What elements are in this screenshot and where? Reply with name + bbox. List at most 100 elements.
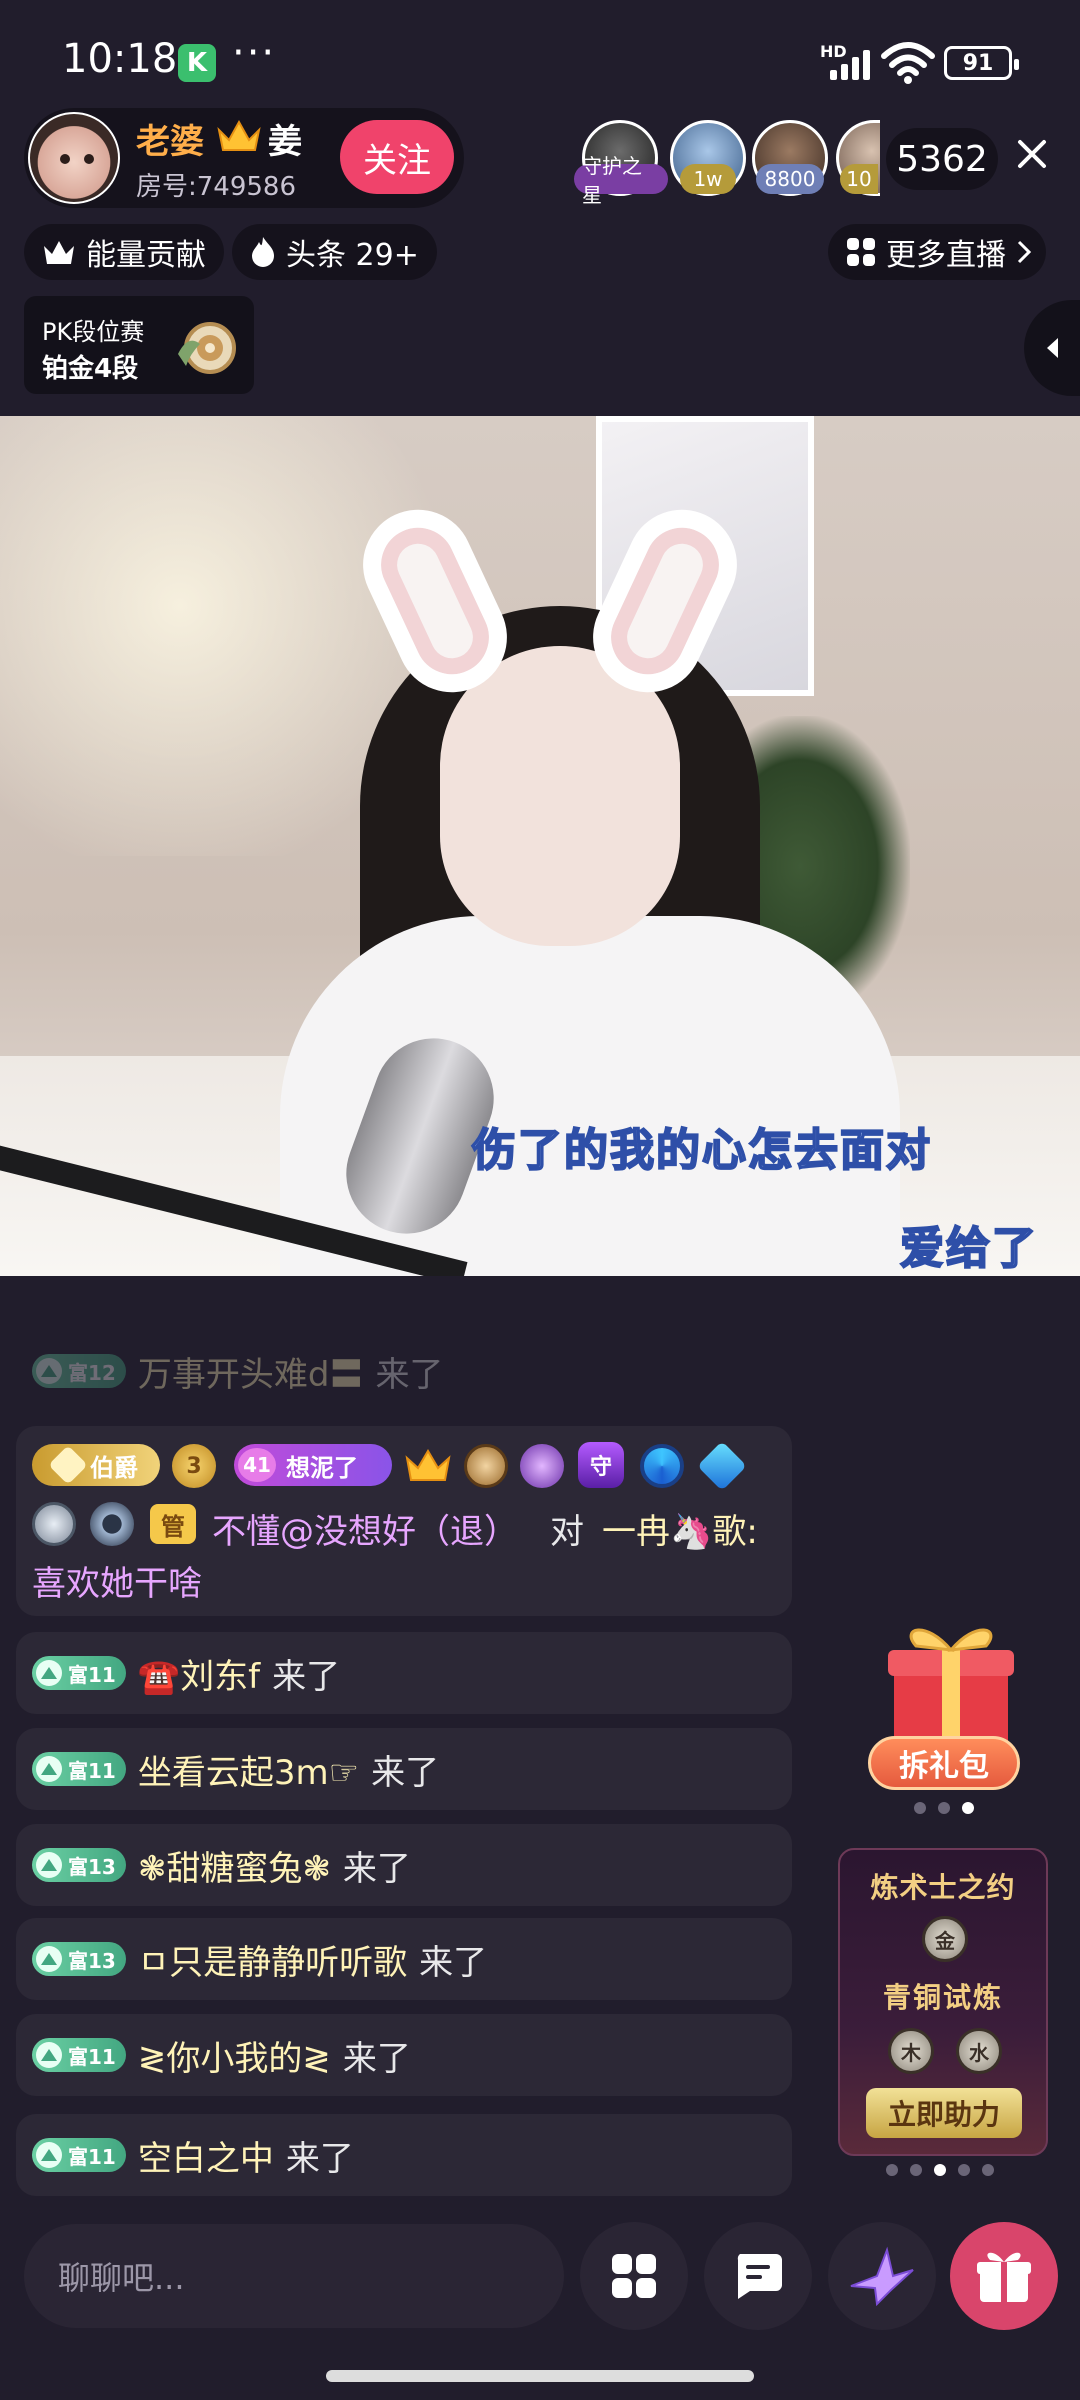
swirl-badge-icon: [640, 1444, 684, 1488]
battery-indicator: 91: [944, 46, 1019, 80]
grid-icon: [612, 2254, 656, 2298]
chat-user-name[interactable]: ㅁ只是静静听听歌: [138, 1935, 407, 1984]
paper-crane-icon: [850, 2246, 914, 2306]
guard-badge-text: 守: [589, 1455, 612, 1480]
song-request-target[interactable]: 一冉🦄歌:: [602, 1504, 758, 1553]
event-pager[interactable]: [886, 2164, 994, 2176]
crown-outline-icon: [44, 241, 74, 264]
live-video-stream[interactable]: 伤了的我的心怎去面对 爱给了你: [0, 416, 1080, 1276]
chat-input[interactable]: 聊聊吧...: [24, 2224, 564, 2328]
gift-icon: [977, 2252, 1031, 2302]
viewer-badge: 守护之星: [574, 154, 668, 207]
side-panel-toggle[interactable]: [1024, 300, 1080, 396]
cube-badge-icon: [697, 1441, 747, 1491]
energy-contribution-chip[interactable]: 能量贡献: [24, 224, 224, 280]
chat-action: 来了: [419, 1942, 488, 1983]
headline-chip-label: 头条 29+: [286, 238, 419, 273]
viewer-badge: 10: [840, 164, 878, 194]
paper-crane-button[interactable]: [828, 2222, 936, 2330]
wealth-level-badge: 富11: [32, 1656, 126, 1690]
pager-dot: [958, 2164, 970, 2176]
crown-icon: [217, 119, 261, 151]
chat-message[interactable]: 富11 ☎️刘东f 来了: [16, 1632, 792, 1714]
chat-message[interactable]: 富11 空白之中 来了: [16, 2114, 792, 2196]
flame-icon: [252, 237, 274, 267]
room-number: 房号:749586: [136, 172, 297, 202]
silver-badge-icon: [32, 1502, 76, 1546]
pager-dot-active: [962, 1802, 974, 1814]
home-indicator[interactable]: [326, 2370, 754, 2382]
status-bar: 10:18 K ··· HD 91: [0, 0, 1080, 120]
wealth-level-badge: 富12: [32, 1354, 126, 1388]
wealth-level-text: 富11: [68, 1758, 116, 1783]
headline-chip[interactable]: 头条 29+: [232, 224, 437, 280]
wealth-level-badge: 富11: [32, 1752, 126, 1786]
chat-user-name[interactable]: 空白之中: [138, 2131, 274, 2180]
chat-message-song-request[interactable]: 伯爵 3 41 想泥了 守 管 不懂@没想好（退） 对 一冉🦄歌: 喜欢她干啥: [16, 1426, 792, 1616]
pager-dot: [914, 1802, 926, 1814]
admin-badge-text: 管: [161, 1512, 185, 1541]
close-icon[interactable]: [1010, 132, 1054, 176]
gift-pack-pager[interactable]: [914, 1802, 974, 1814]
song-request-message: 喜欢她干啥: [32, 1564, 202, 1604]
follow-button[interactable]: 关注: [340, 120, 454, 194]
event-coin-icon: 金: [922, 1916, 968, 1962]
chat-action: 来了: [285, 2138, 354, 2179]
wealth-level-text: 富11: [68, 1662, 116, 1687]
wifi-icon: [881, 42, 935, 84]
bullet-chat-button[interactable]: [704, 2222, 812, 2330]
pk-medal-icon: [178, 322, 236, 374]
event-subtitle: 青铜试炼: [882, 1981, 1003, 2014]
wealth-level-text: 富13: [68, 1854, 116, 1879]
more-notifications-icon: ···: [232, 30, 277, 76]
host-avatar[interactable]: [28, 112, 120, 204]
host-name-text: 老婆: [136, 122, 204, 162]
more-live-label: 更多直播: [886, 238, 1006, 273]
chat-user-name[interactable]: 万事开头难d〓: [138, 1347, 364, 1396]
grid-icon: [847, 238, 875, 266]
fan-club-badge: 41 想泥了: [234, 1444, 392, 1486]
admin-badge: 管: [150, 1504, 196, 1544]
chat-message[interactable]: 富11 坐看云起3m☞ 来了: [16, 1728, 792, 1810]
chat-message[interactable]: 富13 ❃甜糖蜜兔❃ 来了: [16, 1824, 792, 1906]
song-request-sender[interactable]: 不懂@没想好（退）: [212, 1504, 518, 1553]
send-gift-button[interactable]: [950, 2222, 1058, 2330]
pk-title: PK段位赛: [42, 318, 145, 346]
event-coin-icon: 水: [956, 2028, 1002, 2074]
chat-message-faded: 富12 万事开头难d〓 来了: [16, 1330, 792, 1412]
crown-badge-icon: [405, 1449, 451, 1481]
chat-message[interactable]: 富11 ≷你小我的≷ 来了: [16, 2014, 792, 2096]
wealth-level-text: 富11: [68, 2044, 116, 2069]
chat-message[interactable]: 富13 ㅁ只是静静听听歌 来了: [16, 1918, 792, 2000]
energy-chip-label: 能量贡献: [86, 238, 206, 273]
chat-user-name[interactable]: 坐看云起3m☞: [138, 1745, 359, 1794]
pager-dot: [982, 2164, 994, 2176]
level-3-badge-icon: 3: [172, 1444, 216, 1488]
event-banner[interactable]: 炼术士之约 金 青铜试炼 木 水 立即助力: [838, 1848, 1048, 2156]
noble-badge: 伯爵: [32, 1444, 160, 1486]
chat-user-name[interactable]: ≷你小我的≷: [138, 2031, 331, 2080]
pk-rank-card[interactable]: PK段位赛 铂金4段: [24, 296, 254, 394]
more-live-chip[interactable]: 更多直播: [828, 224, 1046, 280]
chevron-left-icon: [1047, 338, 1058, 358]
chat-action: 来了: [375, 1354, 444, 1395]
fan-club-name: 想泥了: [286, 1453, 358, 1482]
chat-user-name[interactable]: ❃甜糖蜜兔❃: [138, 1841, 331, 1890]
guard-badge-icon: 守: [578, 1442, 624, 1488]
ring-badge-icon: [90, 1502, 134, 1546]
status-time: 10:18: [62, 36, 178, 82]
viewer-count[interactable]: 5362: [886, 128, 998, 190]
event-coin-icon: 木: [888, 2028, 934, 2074]
chevron-right-icon: [1017, 240, 1032, 264]
host-name-suffix: 姜: [268, 122, 302, 162]
viewer-badge: 8800: [756, 164, 824, 194]
wealth-level-text: 富12: [68, 1360, 116, 1385]
wealth-level-text: 富13: [68, 1948, 116, 1973]
event-support-button[interactable]: 立即助力: [866, 2088, 1022, 2138]
wealth-level-text: 富11: [68, 2144, 116, 2169]
more-features-button[interactable]: [580, 2222, 688, 2330]
wealth-level-badge: 富11: [32, 2138, 126, 2172]
gift-pack-button[interactable]: 拆礼包: [868, 1736, 1020, 1790]
event-title: 炼术士之约: [870, 1871, 1016, 1904]
chat-user-name[interactable]: ☎️刘东f: [138, 1649, 260, 1698]
